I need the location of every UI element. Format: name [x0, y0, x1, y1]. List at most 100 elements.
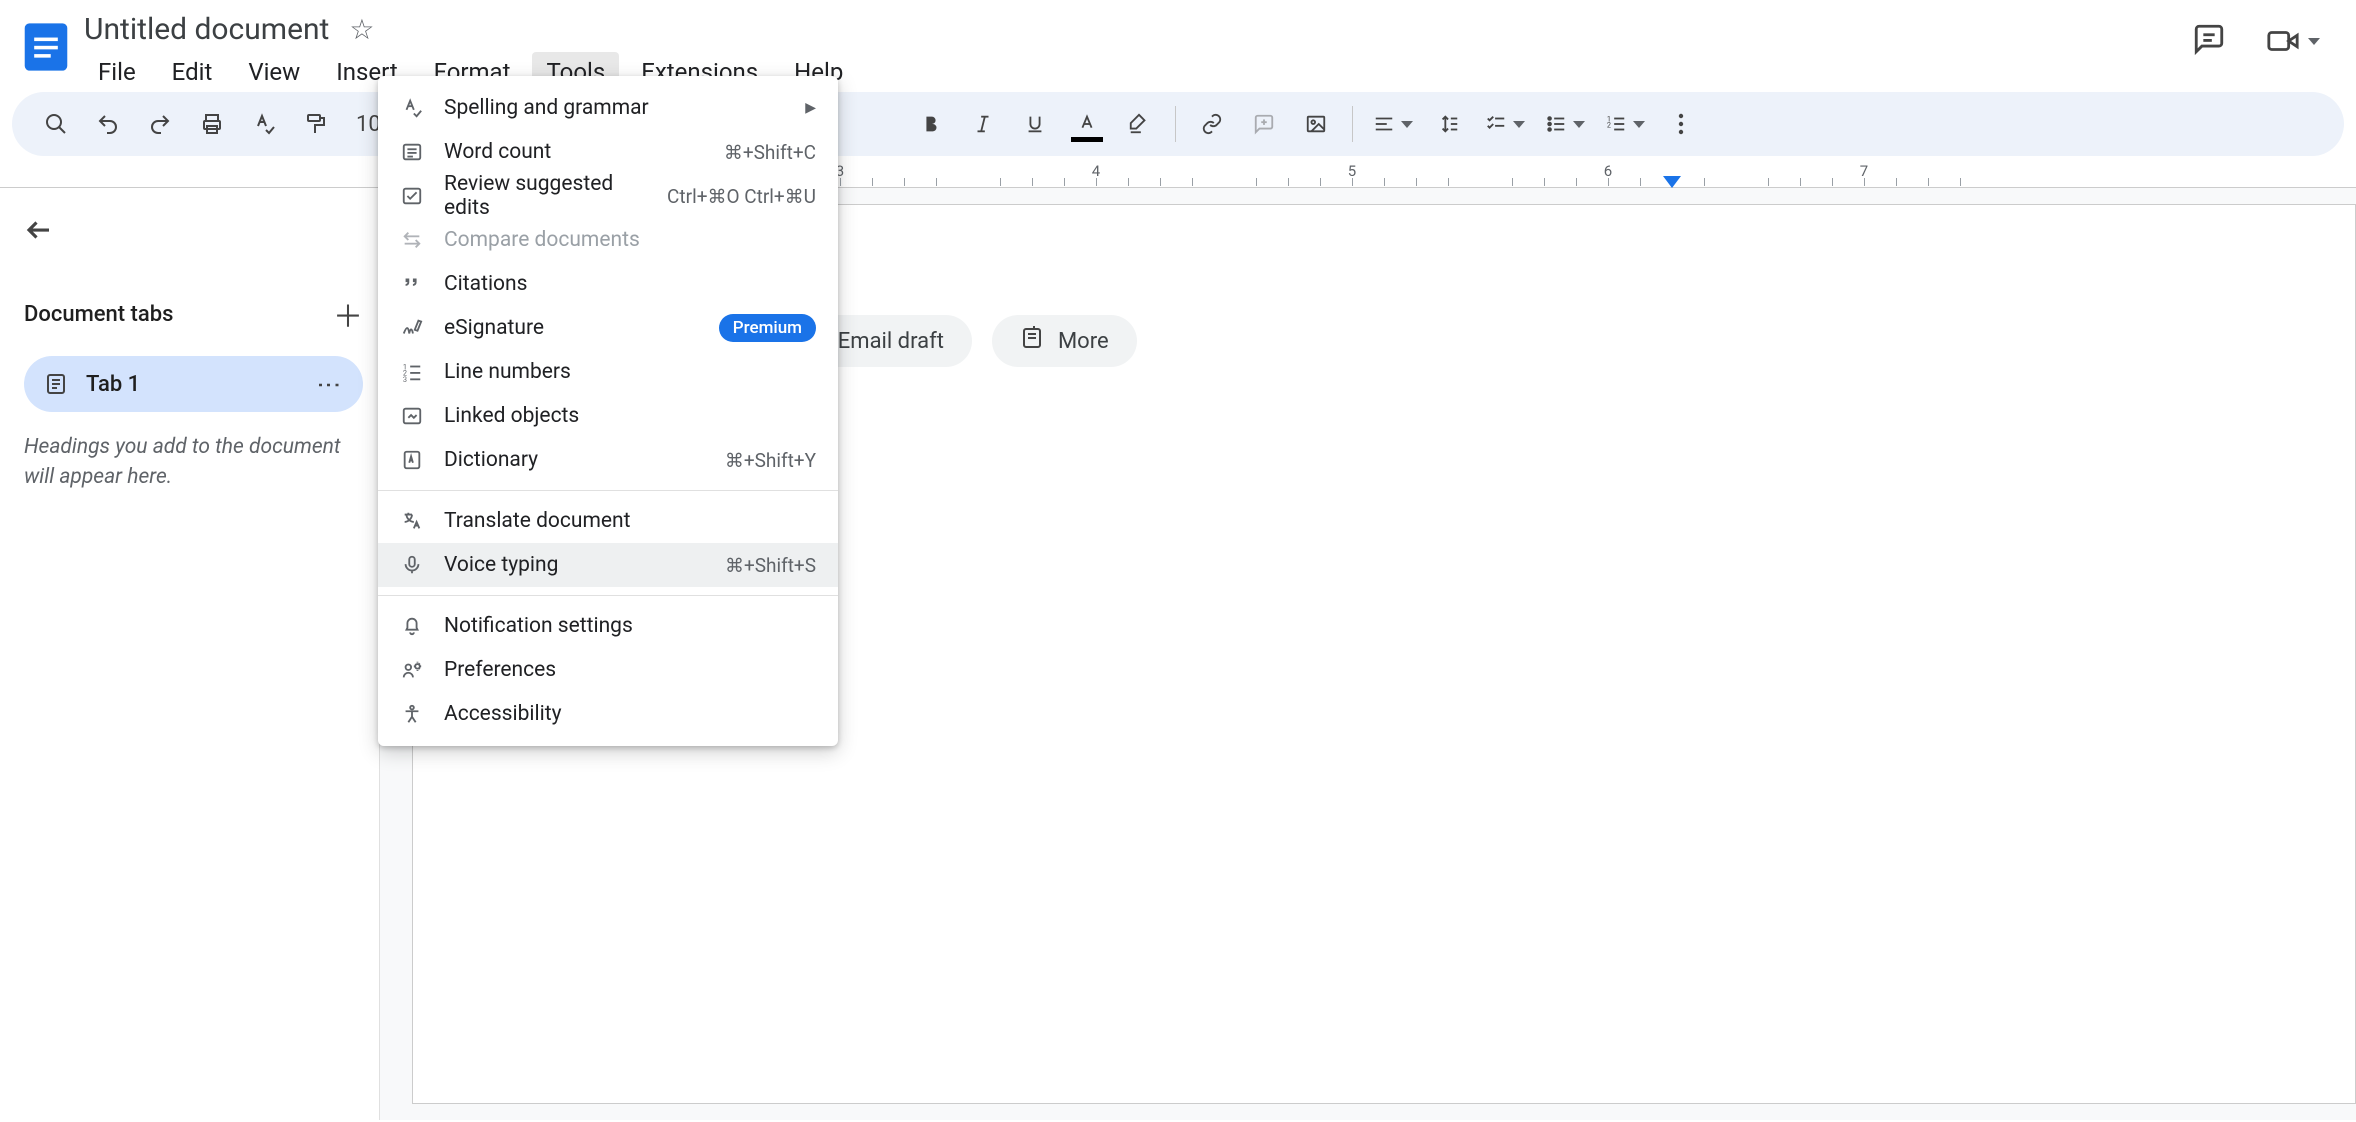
chevron-down-icon	[1633, 121, 1645, 128]
highlight-icon[interactable]	[1113, 102, 1165, 146]
insert-image-icon[interactable]	[1290, 102, 1342, 146]
shortcut-label: ⌘+Shift+S	[725, 554, 816, 577]
chevron-down-icon	[1513, 121, 1525, 128]
underline-icon[interactable]	[1009, 102, 1061, 146]
tools-item-spelling-and-grammar[interactable]: Spelling and grammar ▶	[378, 86, 838, 130]
app-header: Untitled document ☆ FileEditViewInsertFo…	[0, 0, 2356, 92]
toolbar-separator	[1352, 106, 1353, 142]
svg-text:3: 3	[403, 375, 407, 383]
tools-item-linked-objects[interactable]: Linked objects	[378, 394, 838, 438]
menu-item-label: Spelling and grammar	[444, 96, 785, 120]
ruler-margin-marker[interactable]	[1663, 176, 1681, 188]
chip-label: Email draft	[838, 329, 944, 354]
tab-label: Tab 1	[86, 372, 297, 397]
star-icon[interactable]: ☆	[349, 13, 374, 46]
text-color-icon[interactable]	[1061, 102, 1113, 146]
tools-item-dictionary[interactable]: Dictionary ⌘+Shift+Y	[378, 438, 838, 482]
tab-icon	[44, 372, 68, 396]
print-icon[interactable]	[186, 102, 238, 146]
chevron-down-icon	[1573, 121, 1585, 128]
menu-item-label: Line numbers	[444, 360, 816, 384]
insert-link-icon[interactable]	[1186, 102, 1238, 146]
review-icon	[400, 185, 424, 207]
more-templates-icon	[1020, 326, 1044, 356]
menu-separator	[378, 595, 838, 596]
menu-item-label: Linked objects	[444, 404, 816, 428]
align-icon[interactable]	[1363, 102, 1423, 146]
more-toolbar-icon[interactable]	[1655, 102, 1707, 146]
premium-badge: Premium	[719, 314, 816, 342]
sidebar-hint: Headings you add to the document will ap…	[24, 432, 363, 493]
menu-item-label: Word count	[444, 140, 704, 164]
tools-item-citations[interactable]: Citations	[378, 262, 838, 306]
chip-more[interactable]: More	[992, 315, 1137, 367]
document-tabs-sidebar: Document tabs ＋ Tab 1 ⋮ Headings you add…	[0, 188, 380, 1120]
linenum-icon: 123	[400, 361, 424, 383]
numbered-list-icon[interactable]: 12	[1595, 102, 1655, 146]
shortcut-label: Ctrl+⌘O Ctrl+⌘U	[667, 185, 816, 208]
dictionary-icon	[400, 449, 424, 471]
tools-item-review-suggested-edits[interactable]: Review suggested edits Ctrl+⌘O Ctrl+⌘U	[378, 174, 838, 218]
document-tab[interactable]: Tab 1 ⋮	[24, 356, 363, 412]
menu-edit[interactable]: Edit	[158, 52, 227, 92]
checklist-icon[interactable]	[1475, 102, 1535, 146]
sidebar-title: Document tabs	[24, 302, 173, 327]
svg-text:2: 2	[1607, 121, 1611, 130]
menu-file[interactable]: File	[84, 52, 150, 92]
menu-item-label: Citations	[444, 272, 816, 296]
bell-icon	[400, 615, 424, 637]
chip-label: More	[1058, 329, 1109, 354]
menu-item-label: Preferences	[444, 658, 816, 682]
docs-logo-icon[interactable]	[16, 8, 76, 86]
document-title[interactable]: Untitled document	[84, 12, 329, 47]
add-comment-icon[interactable]	[1238, 102, 1290, 146]
back-icon[interactable]	[24, 208, 68, 252]
undo-icon[interactable]	[82, 102, 134, 146]
tools-menu-dropdown: Spelling and grammar ▶ Word count⌘+Shift+C…	[378, 76, 838, 746]
voice-icon	[400, 554, 424, 576]
tools-item-notification-settings[interactable]: Notification settings	[378, 604, 838, 648]
menu-item-label: Accessibility	[444, 702, 816, 726]
tools-item-preferences[interactable]: Preferences	[378, 648, 838, 692]
video-call-button[interactable]	[2266, 24, 2320, 58]
tools-item-word-count[interactable]: Word count⌘+Shift+C	[378, 130, 838, 174]
bold-icon[interactable]	[905, 102, 957, 146]
add-tab-icon[interactable]: ＋	[333, 292, 363, 336]
ruler[interactable]: 34567	[0, 160, 2356, 188]
menu-separator	[378, 490, 838, 491]
search-icon[interactable]	[30, 102, 82, 146]
menu-item-label: Compare documents	[444, 228, 816, 252]
accessibility-icon	[400, 703, 424, 725]
menu-view[interactable]: View	[234, 52, 314, 92]
menu-item-label: eSignature	[444, 316, 699, 340]
wordcount-icon	[400, 141, 424, 163]
tab-more-icon[interactable]: ⋮	[315, 373, 343, 395]
compare-icon	[400, 229, 424, 251]
menu-item-label: Dictionary	[444, 448, 705, 472]
submenu-arrow-icon: ▶	[805, 100, 816, 116]
spellcheck-icon	[400, 97, 424, 119]
comments-icon[interactable]	[2192, 22, 2226, 60]
italic-icon[interactable]	[957, 102, 1009, 146]
menu-item-label: Review suggested edits	[444, 172, 647, 220]
paint-format-icon[interactable]	[290, 102, 342, 146]
menu-item-label: Notification settings	[444, 614, 816, 638]
tools-item-voice-typing[interactable]: Voice typing ⌘+Shift+S	[378, 543, 838, 587]
redo-icon[interactable]	[134, 102, 186, 146]
bulleted-list-icon[interactable]	[1535, 102, 1595, 146]
translate-icon	[400, 510, 424, 532]
esign-icon	[400, 317, 424, 339]
tools-item-esignature[interactable]: eSignature Premium	[378, 306, 838, 350]
chevron-down-icon	[1401, 121, 1413, 128]
tools-item-translate-document[interactable]: Translate document	[378, 499, 838, 543]
linked-icon	[400, 405, 424, 427]
toolbar: 100% 12	[12, 92, 2344, 156]
spellcheck-icon[interactable]	[238, 102, 290, 146]
tools-item-accessibility[interactable]: Accessibility	[378, 692, 838, 736]
line-spacing-icon[interactable]	[1423, 102, 1475, 146]
tools-item-line-numbers[interactable]: 123 Line numbers	[378, 350, 838, 394]
menu-item-label: Voice typing	[444, 553, 705, 577]
shortcut-label: ⌘+Shift+Y	[725, 449, 816, 472]
citations-icon	[400, 273, 424, 295]
tools-item-compare-documents: Compare documents	[378, 218, 838, 262]
